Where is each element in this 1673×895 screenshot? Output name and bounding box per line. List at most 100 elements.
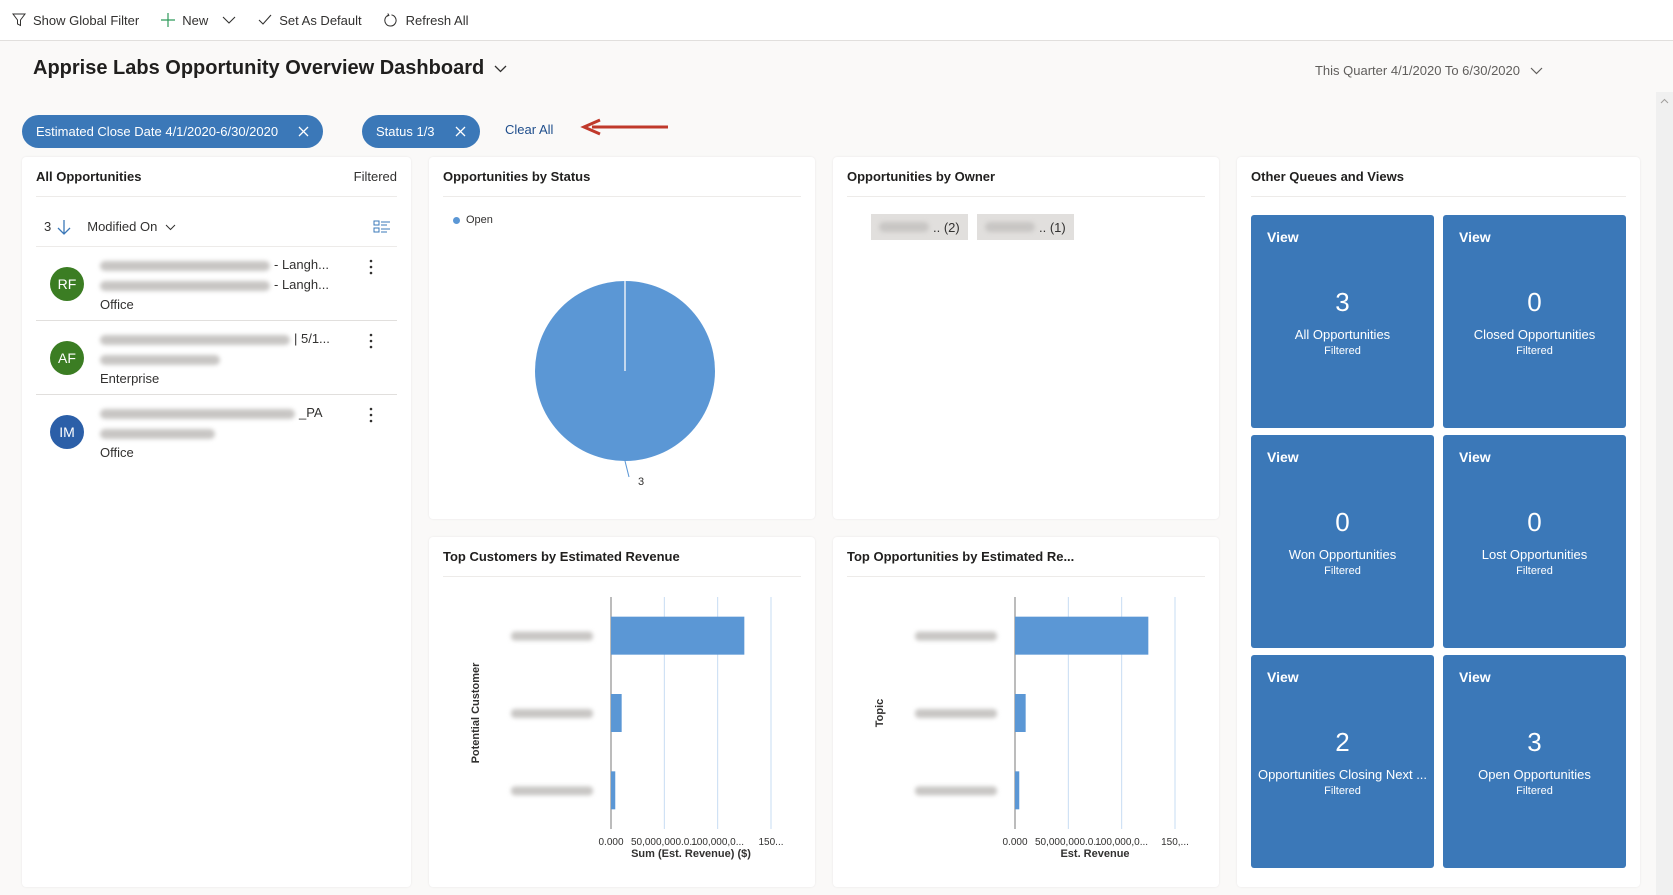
owner-label: .. (2) — [933, 219, 960, 235]
filter-chip-status[interactable]: Status 1/3 — [362, 115, 480, 148]
owner-chart-card: Opportunities by Owner .. (2) .. (1) — [833, 157, 1219, 519]
card-title: Top Opportunities by Estimated Re... — [847, 549, 1075, 564]
owner-chip[interactable]: .. (2) — [871, 214, 968, 240]
status-chart-card: Opportunities by Status Open 3 — [429, 157, 815, 519]
clear-all-link[interactable]: Clear All — [505, 122, 553, 137]
x-tick-label: 0.000 — [598, 837, 623, 848]
tile-won-opportunities[interactable]: View 0 Won Opportunities Filtered — [1251, 435, 1434, 648]
tile-closing-next[interactable]: View 2 Opportunities Closing Next ... Fi… — [1251, 655, 1434, 868]
tile-all-opportunities[interactable]: View 3 All Opportunities Filtered — [1251, 215, 1434, 428]
refresh-all-label: Refresh All — [405, 12, 469, 28]
redacted-text — [100, 408, 295, 419]
topopps-chart-card: Top Opportunities by Estimated Re... 0.0… — [833, 537, 1219, 887]
bar[interactable] — [1015, 616, 1149, 655]
filter-chip-label: Status 1/3 — [376, 124, 435, 139]
set-as-default-button[interactable]: Set As Default — [258, 13, 362, 28]
tile-sub: Filtered — [1516, 345, 1553, 357]
x-tick-label: 50,000,000.0... — [631, 837, 698, 848]
pie-label-leader — [624, 460, 630, 478]
list-item[interactable]: IM _PA Office — [36, 395, 397, 469]
owner-chip[interactable]: .. (1) — [977, 214, 1074, 240]
chevron-down-icon — [494, 65, 507, 73]
redacted-category-label — [511, 786, 593, 796]
card-title: All Opportunities — [36, 169, 142, 184]
close-icon[interactable] — [298, 126, 309, 137]
list-item[interactable]: AF | 5/1... Enterprise — [36, 321, 397, 395]
show-global-filter-button[interactable]: Show Global Filter — [12, 13, 139, 28]
tile-view-label: View — [1459, 449, 1491, 465]
tile-sub: Filtered — [1324, 565, 1361, 577]
tile-count: 0 — [1527, 287, 1542, 317]
tile-view-label: View — [1459, 229, 1491, 245]
x-tick-label: 150... — [758, 837, 783, 848]
refresh-all-button[interactable]: Refresh All — [383, 12, 469, 28]
more-options-icon[interactable] — [369, 407, 373, 428]
row-line1: _PA — [299, 405, 323, 420]
chevron-down-icon[interactable] — [222, 15, 236, 25]
avatar: RF — [50, 267, 84, 301]
redacted-category-label — [511, 631, 593, 641]
tile-lost-opportunities[interactable]: View 0 Lost Opportunities Filtered — [1443, 435, 1626, 648]
tile-name: All Opportunities — [1294, 327, 1391, 342]
avatar: IM — [50, 415, 84, 449]
plus-icon — [161, 13, 176, 27]
new-button[interactable]: New — [161, 13, 236, 28]
tile-view-label: View — [1267, 229, 1299, 245]
pie-slice-label: 3 — [638, 476, 644, 488]
view-switch-button[interactable] — [373, 220, 391, 234]
all-opportunities-card: All Opportunities Filtered 3 Modified On… — [22, 157, 411, 887]
filter-chip-close-date[interactable]: Estimated Close Date 4/1/2020-6/30/2020 — [22, 115, 324, 148]
dashboard-title-selector[interactable]: Apprise Labs Opportunity Overview Dashbo… — [33, 57, 507, 80]
annotation-arrow-icon — [580, 118, 668, 136]
tile-view-label: View — [1267, 669, 1299, 685]
filter-icon — [12, 13, 26, 27]
list-view-icon — [373, 220, 390, 232]
x-axis-title: Sum (Est. Revenue) ($) — [631, 848, 751, 860]
show-global-filter-label: Show Global Filter — [33, 12, 140, 28]
owner-label: .. (1) — [1039, 219, 1066, 235]
x-tick-label: 0.000 — [1002, 837, 1027, 848]
x-tick-label: 50,000,000.0... — [1035, 837, 1102, 848]
more-options-icon[interactable] — [369, 333, 373, 354]
redacted-text — [100, 334, 290, 345]
tile-count: 3 — [1527, 727, 1542, 757]
bar[interactable] — [1015, 771, 1020, 810]
tile-name: Lost Opportunities — [1481, 547, 1588, 562]
tile-sub: Filtered — [1516, 785, 1553, 797]
arrow-down-icon — [57, 219, 71, 235]
filtered-label: Filtered — [353, 169, 397, 184]
pie-chart: 3 — [535, 281, 715, 488]
more-options-icon[interactable] — [369, 259, 373, 280]
sort-field-selector[interactable]: Modified On — [87, 219, 176, 234]
redacted-text — [100, 260, 270, 271]
row-line2: - Langh... — [274, 277, 329, 292]
scroll-up-icon[interactable] — [1660, 98, 1669, 104]
tile-name: Open Opportunities — [1478, 767, 1591, 782]
tile-view-label: View — [1459, 669, 1491, 685]
list-item[interactable]: RF - Langh... - Langh... Office — [36, 247, 397, 321]
chevron-down-icon — [1530, 67, 1543, 75]
x-tick-label: 100,000,0... — [1095, 837, 1148, 848]
close-icon[interactable] — [455, 126, 466, 137]
tile-closed-opportunities[interactable]: View 0 Closed Opportunities Filtered — [1443, 215, 1626, 428]
sort-direction-button[interactable] — [57, 219, 71, 235]
x-axis-title: Est. Revenue — [1060, 848, 1129, 860]
tile-view-label: View — [1267, 449, 1299, 465]
bar[interactable] — [611, 694, 622, 732]
redacted-category-label — [511, 709, 593, 718]
y-axis-title: Topic — [874, 699, 886, 728]
tile-open-opportunities[interactable]: View 3 Open Opportunities Filtered — [1443, 655, 1626, 868]
redacted-text — [100, 280, 270, 291]
row-line1: | 5/1... — [294, 331, 330, 346]
page-scrollbar[interactable] — [1656, 92, 1673, 895]
command-bar: Show Global Filter New Set As Default Re… — [0, 0, 1673, 41]
x-tick-label: 150,... — [1161, 837, 1189, 848]
y-axis-title: Potential Customer — [470, 662, 482, 764]
bar[interactable] — [1015, 694, 1026, 732]
redacted-category-label — [915, 631, 997, 641]
x-tick-label: 100,000,0... — [691, 837, 744, 848]
bar[interactable] — [611, 771, 616, 810]
bar[interactable] — [611, 616, 745, 655]
period-selector[interactable]: This Quarter 4/1/2020 To 6/30/2020 — [1315, 63, 1543, 78]
opportunity-list: RF - Langh... - Langh... Office AF | 5/1… — [22, 247, 411, 469]
